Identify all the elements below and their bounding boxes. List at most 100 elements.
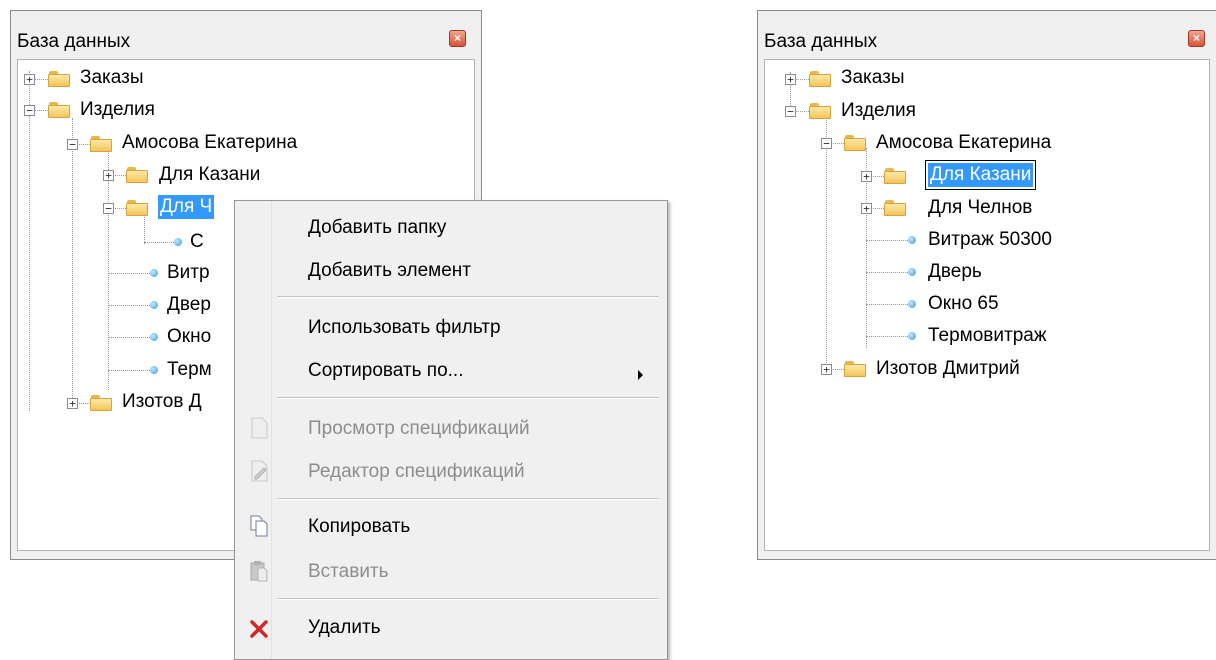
- item-dot-icon: [908, 236, 916, 244]
- folder-icon: [90, 136, 112, 152]
- folder-icon: [126, 200, 148, 216]
- expand-icon[interactable]: +: [785, 74, 796, 85]
- tree-item-term[interactable]: Терм: [167, 358, 212, 382]
- tree-item-okno[interactable]: Окно: [167, 325, 211, 349]
- close-icon[interactable]: ×: [1188, 30, 1205, 47]
- submenu-arrow-icon: [638, 370, 643, 380]
- tree-line: [29, 71, 30, 411]
- tree-line: [144, 242, 174, 243]
- menu-separator: [277, 296, 659, 298]
- collapse-icon[interactable]: −: [24, 105, 35, 116]
- tree-line: [34, 79, 48, 80]
- copy-icon: [250, 515, 268, 537]
- tree-item-dver[interactable]: Дверь: [928, 260, 982, 284]
- tree-item-izdeliya[interactable]: Изделия: [841, 99, 916, 123]
- tree-line: [113, 175, 126, 176]
- delete-x-icon: [250, 620, 268, 638]
- expand-icon[interactable]: +: [103, 170, 114, 181]
- folder-icon: [48, 102, 70, 118]
- folder-icon: [48, 71, 70, 87]
- tree-item-zakazy[interactable]: Заказы: [80, 66, 144, 90]
- panel-title: База данных: [764, 31, 878, 52]
- item-dot-icon: [908, 332, 916, 340]
- tree-line: [866, 336, 908, 337]
- item-dot-icon: [150, 301, 158, 309]
- expand-icon[interactable]: +: [861, 203, 872, 214]
- tree-line: [871, 208, 884, 209]
- tree-line: [108, 337, 150, 338]
- collapse-icon[interactable]: −: [67, 139, 78, 150]
- item-dot-icon: [908, 300, 916, 308]
- paste-icon: [250, 561, 268, 582]
- menu-item-view-specs[interactable]: Просмотр спецификаций: [308, 417, 530, 441]
- folder-icon: [809, 103, 831, 119]
- item-dot-icon: [150, 366, 158, 374]
- collapse-icon[interactable]: −: [103, 203, 114, 214]
- tree-line: [795, 111, 809, 112]
- tree-item-rename-input[interactable]: Для Казани: [924, 160, 1037, 190]
- folder-icon: [90, 395, 112, 411]
- item-dot-icon: [150, 333, 158, 341]
- folder-icon: [809, 71, 831, 87]
- tree-item-term[interactable]: Термовитраж: [928, 324, 1047, 348]
- folder-icon: [884, 168, 906, 184]
- edit-document-icon: [251, 460, 268, 482]
- folder-icon: [844, 361, 866, 377]
- expand-icon[interactable]: +: [861, 171, 872, 182]
- tree-item-vitrazh[interactable]: Витраж 50300: [928, 228, 1052, 252]
- tree-item-cheln[interactable]: Для Челнов: [928, 196, 1032, 220]
- tree-line: [108, 273, 150, 274]
- item-dot-icon: [174, 238, 182, 246]
- tree-line: [871, 176, 884, 177]
- tree-item-okno[interactable]: Окно 65: [928, 292, 999, 316]
- tree-line: [831, 143, 844, 144]
- collapse-icon[interactable]: −: [821, 138, 832, 149]
- tree-line: [866, 272, 908, 273]
- expand-icon[interactable]: +: [821, 364, 832, 375]
- menu-item-copy[interactable]: Копировать: [308, 515, 410, 539]
- tree-line: [72, 118, 73, 408]
- tree-line: [144, 214, 145, 244]
- tree-line: [831, 369, 844, 370]
- folder-icon: [884, 200, 906, 216]
- expand-icon[interactable]: +: [67, 398, 78, 409]
- tree-item-dver[interactable]: Двер: [167, 293, 211, 317]
- expand-icon[interactable]: +: [24, 74, 35, 85]
- item-dot-icon: [908, 268, 916, 276]
- context-menu: Добавить папку Добавить элемент Использо…: [234, 200, 668, 660]
- menu-item-edit-specs[interactable]: Редактор спецификаций: [308, 460, 525, 484]
- tree-item-cheln-selected[interactable]: Для Ч: [158, 195, 215, 219]
- menu-separator: [277, 598, 659, 600]
- tree-line: [77, 144, 90, 145]
- tree-item-izotov[interactable]: Изотов Д: [122, 390, 202, 414]
- collapse-icon[interactable]: −: [785, 106, 796, 117]
- menu-item-paste[interactable]: Вставить: [308, 560, 389, 584]
- tree-item-kazan[interactable]: Для Казани: [159, 163, 260, 187]
- tree-item-amosova[interactable]: Амосова Екатерина: [876, 131, 1051, 155]
- menu-item-delete[interactable]: Удалить: [308, 616, 381, 640]
- menu-separator: [277, 498, 659, 500]
- tree-item-amosova[interactable]: Амосова Екатерина: [122, 131, 297, 155]
- tree-line: [108, 305, 150, 306]
- menu-item-add-folder[interactable]: Добавить папку: [308, 216, 446, 240]
- tree-line: [77, 403, 90, 404]
- tree-item-c[interactable]: С: [190, 230, 204, 254]
- tree-line: [795, 79, 809, 80]
- menu-item-add-element[interactable]: Добавить элемент: [308, 259, 471, 283]
- database-panel-right: База данных × + Заказы − Изделия − Амосо…: [757, 10, 1216, 560]
- tree-line: [108, 370, 150, 371]
- folder-icon: [844, 135, 866, 151]
- folder-icon: [126, 167, 148, 183]
- close-icon[interactable]: ×: [449, 30, 466, 47]
- tree-item-izotov[interactable]: Изотов Дмитрий: [876, 357, 1020, 381]
- menu-separator: [277, 397, 659, 399]
- tree-item-izdeliya[interactable]: Изделия: [80, 98, 155, 122]
- tree-view[interactable]: + Заказы − Изделия − Амосова Екатерина +…: [764, 59, 1210, 551]
- tree-line: [866, 304, 908, 305]
- menu-item-sort-by[interactable]: Сортировать по...: [308, 359, 464, 383]
- menu-gutter: [271, 201, 272, 659]
- tree-line: [826, 115, 827, 365]
- tree-item-vitr[interactable]: Витр: [167, 261, 210, 285]
- tree-item-zakazy[interactable]: Заказы: [841, 66, 905, 90]
- menu-item-use-filter[interactable]: Использовать фильтр: [308, 316, 501, 340]
